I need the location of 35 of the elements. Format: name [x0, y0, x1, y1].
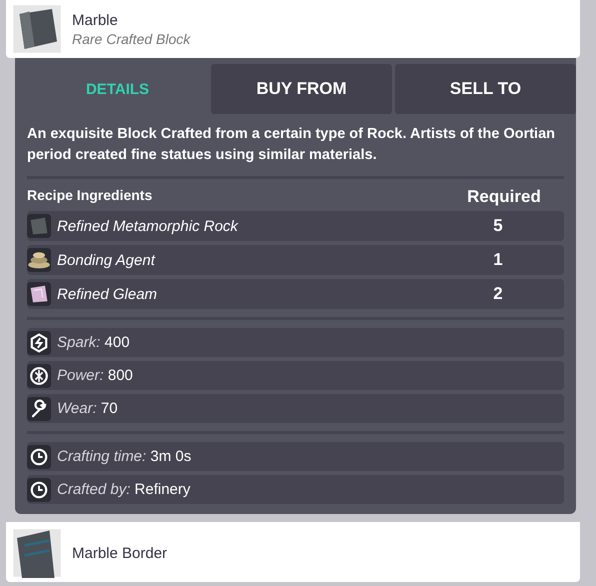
stat-text: Power: 800	[57, 367, 133, 384]
tab[interactable]: BUY FROM	[211, 64, 392, 114]
crafting-text: Crafted by: Refinery	[57, 481, 190, 498]
required-count: 5	[492, 216, 504, 236]
item-rarity: Rare Crafted Block	[72, 30, 190, 46]
column-header: Recipe Ingredients	[27, 187, 152, 206]
item-name: Marble	[72, 12, 119, 28]
item-description: An exquisite Block Crafted from a certain type of Rock. Artists of the Oortian period created fine statues using similar materials.	[27, 125, 556, 166]
tab[interactable]: DETAILS	[27, 64, 208, 114]
wrench-icon	[27, 396, 51, 421]
item-header[interactable]: Marble Border	[6, 522, 580, 582]
block-icon	[12, 528, 62, 578]
crafting-text: Crafting time: 3m 0s	[57, 448, 192, 466]
power-icon	[27, 364, 51, 388]
block-icon	[12, 4, 62, 54]
ingredient-row[interactable]: Refined Metamorphic Rock 5	[27, 211, 564, 242]
ingredient-row[interactable]: Refined Gleam 2	[27, 279, 564, 310]
item-header[interactable]: Marble Rare Crafted Block	[6, 0, 580, 58]
spark-icon	[27, 330, 51, 355]
stat-text: Wear: 70	[57, 400, 118, 418]
clock-icon	[27, 478, 51, 502]
bonding-agent-icon	[27, 248, 51, 272]
ingredient-name: Bonding Agent	[57, 252, 156, 269]
required-count: 1	[492, 250, 504, 270]
clock-icon	[27, 444, 51, 469]
rock-icon	[27, 214, 51, 238]
stat-text: Spark: 400	[57, 334, 130, 352]
ingredient-row[interactable]: Bonding Agent 1	[27, 245, 564, 276]
ingredient-name: Refined Gleam	[57, 286, 158, 303]
column-header: Required	[466, 187, 542, 208]
required-count: 2	[492, 284, 504, 304]
item-name: Marble Border	[72, 544, 168, 562]
crystal-block-icon	[27, 282, 51, 306]
ingredient-name: Refined Metamorphic Rock	[57, 218, 240, 235]
tab[interactable]: SELL TO	[395, 64, 576, 114]
